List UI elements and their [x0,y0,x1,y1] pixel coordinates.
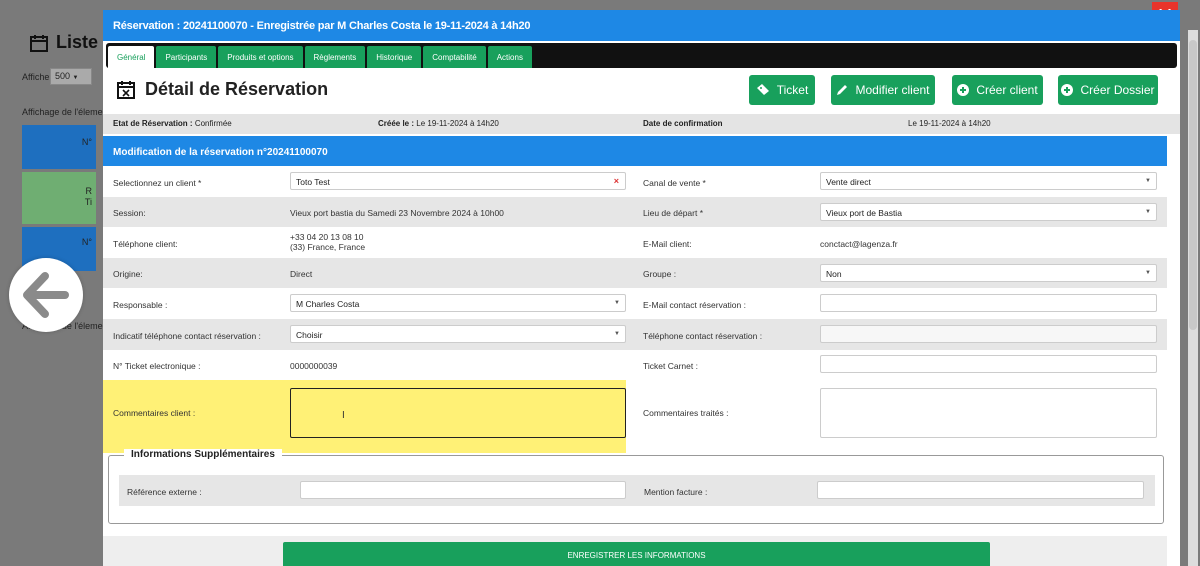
clear-icon[interactable]: × [614,176,619,186]
phone-value: +33 04 20 13 08 10 (33) France, France [290,232,366,252]
modify-client-button[interactable]: Modifier client [831,75,935,105]
group-select[interactable]: Non ▼ [820,264,1157,282]
chevron-down-icon: ▼ [614,331,620,337]
depart-select[interactable]: Vieux port de Bastia ▼ [820,203,1157,221]
mention-input[interactable] [817,481,1144,499]
ticket-num-value: 0000000039 [290,361,338,371]
form-row-client: Selectionnez un client * Toto Test × Cana… [103,166,1167,197]
resp-select[interactable]: M Charles Costa ▼ [290,294,626,312]
ref-input[interactable] [300,481,626,499]
display-label: Affichage de l'élement [22,107,111,117]
plus-circle-icon [1061,84,1074,96]
scrollbar-thumb[interactable] [1189,40,1197,330]
tab-historique[interactable]: Historique [367,46,422,68]
session-label: Session: [113,208,146,218]
page-title-text: Détail de Réservation [145,79,329,99]
comment-client-textarea[interactable] [290,388,626,438]
scrollbar[interactable] [1188,30,1198,566]
canal-select[interactable]: Vente direct ▼ [820,172,1157,190]
modal-header: Réservation : 20241100070 - Enregistrée … [103,10,1180,41]
group-label: Groupe : [643,269,677,279]
carnet-input[interactable] [820,355,1157,373]
page-title: Détail de Réservation [117,79,328,100]
tab-actions[interactable]: Actions [487,46,532,68]
phone-label: Téléphone client: [113,239,178,249]
ticket-icon [756,84,769,95]
comment-traites-textarea[interactable] [820,388,1157,438]
create-client-button[interactable]: Créer client [952,75,1043,105]
resp-label: Responsable : [113,300,168,310]
form-row-comments: Commentaires client : I Commentaires tra… [103,380,1167,453]
comment-client-label: Commentaires client : [113,408,196,418]
reservation-meta: Etat de Réservation : Confirmée Créée le… [103,114,1180,134]
origin-value: Direct [290,269,313,279]
email-client-value: conctact@lagenza.fr [820,239,898,249]
form-row-phone: Téléphone client: +33 04 20 13 08 10 (33)… [103,227,1167,258]
pencil-icon [837,85,848,95]
canal-label: Canal de vente * [643,178,706,188]
email-contact-input[interactable] [820,294,1157,312]
arrow-left-icon [23,272,69,318]
ref-label: Référence externe : [127,487,202,497]
client-select[interactable]: Toto Test × [290,172,626,190]
chevron-down-icon: ▼ [1145,178,1151,184]
show-label: Afficher [22,72,53,82]
depart-label: Lieu de départ * [643,208,704,218]
create-dossier-button[interactable]: Créer Dossier [1058,75,1158,105]
ticket-num-label: N° Ticket electronique : [113,361,201,371]
form-row-origin: Origine: Direct Groupe : Non ▼ [103,258,1167,288]
plus-circle-icon [957,84,970,96]
chevron-down-icon: ▼ [614,300,620,306]
text-cursor-icon: I [342,410,345,421]
background-card-2: R Ti [22,172,96,224]
chevron-down-icon: ▼ [1145,209,1151,215]
session-value: Vieux port bastia du Samedi 23 Novembre … [290,208,504,218]
email-client-label: E-Mail client: [643,239,692,249]
calendar-x-icon [117,81,135,99]
carnet-label: Ticket Carnet : [643,361,698,371]
form-row-ticket: N° Ticket electronique : 0000000039 Tick… [103,350,1167,380]
tel-contact-input[interactable] [820,325,1157,343]
confirm-label: Date de confirmation [643,119,723,128]
chevron-down-icon: ▼ [1145,270,1151,276]
extra-info-legend: Informations Supplémentaires [124,449,282,460]
tab-comptabilite[interactable]: Comptabilité [423,46,486,68]
state-info: Etat de Réservation : Confirmée [113,119,232,128]
client-label: Selectionnez un client * [113,178,202,188]
created-info: Créée le : Le 19-11-2024 à 14h20 [378,119,499,128]
reservation-modal: Réservation : 20241100070 - Enregistrée … [103,10,1180,566]
mention-label: Mention facture : [644,487,708,497]
form-row-responsable: Responsable : M Charles Costa ▼ E-Mail co… [103,288,1167,319]
tab-general[interactable]: Général [108,46,155,68]
form-row-session: Session: Vieux port bastia du Samedi 23 … [103,197,1167,227]
form-row-indicatif: Indicatif téléphone contact réservation … [103,319,1167,350]
indicatif-label: Indicatif téléphone contact réservation … [113,331,261,341]
extra-info-fieldset: Informations Supplémentaires Référence e… [108,449,1164,524]
tab-bar: Général Participants Produits et options… [106,43,1177,68]
tab-participants[interactable]: Participants [156,46,217,68]
comment-traites-label: Commentaires traités : [643,408,729,418]
tel-contact-label: Téléphone contact réservation : [643,331,763,341]
save-button[interactable]: ENREGISTRER LES INFORMATIONS [283,542,990,566]
indicatif-select[interactable]: Choisir ▼ [290,325,626,343]
tab-reglements[interactable]: Règlements [304,46,366,68]
show-select[interactable]: 500 ▼ [50,68,92,85]
back-arrow-button[interactable] [9,258,83,332]
extra-info-row: Référence externe : Mention facture : [119,475,1155,506]
background-card-1: N° [22,125,96,169]
section-title: Modification de la réservation n°2024110… [103,136,1167,166]
email-contact-label: E-Mail contact réservation : [643,300,746,310]
calendar-icon [30,34,48,52]
origin-label: Origine: [113,269,143,279]
confirm-value: Le 19-11-2024 à 14h20 [908,119,991,128]
tab-produits[interactable]: Produits et options [218,46,303,68]
ticket-button[interactable]: Ticket [749,75,815,105]
title-row: Détail de Réservation Ticket Modifier cl… [103,68,1180,114]
background-title: Liste d [30,32,114,53]
